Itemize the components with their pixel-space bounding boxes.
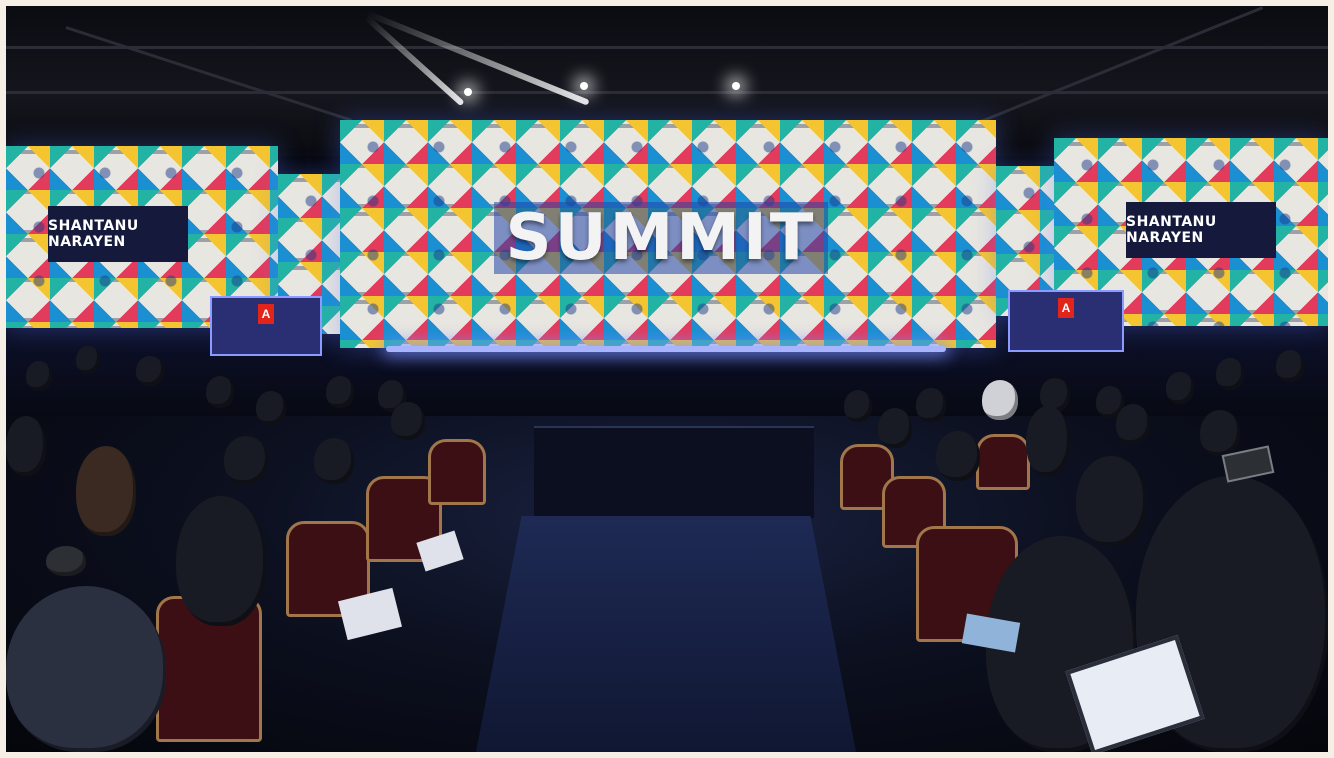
photo-frame: SHANTANU NARAYEN SHANTANU NARAYEN SUMMIT… — [6, 6, 1328, 752]
audience-head — [256, 391, 286, 425]
audience-head — [326, 376, 354, 408]
left-podium: A — [210, 296, 322, 356]
ceiling-truss — [6, 46, 1328, 49]
center-aisle — [476, 516, 856, 752]
audience-head — [391, 402, 425, 440]
audience-head — [6, 586, 166, 752]
stage-riser — [534, 426, 814, 518]
audience-head — [844, 390, 872, 422]
adobe-logo-icon: A — [258, 304, 274, 324]
audience-head — [878, 408, 912, 448]
right-name-plate: SHANTANU NARAYEN — [1126, 202, 1276, 258]
left-name-plate: SHANTANU NARAYEN — [48, 206, 188, 262]
audience-head — [1026, 406, 1070, 476]
audience-head — [936, 431, 980, 481]
audience-head — [176, 496, 266, 626]
audience-head — [314, 438, 354, 484]
ceiling-truss — [965, 6, 1264, 129]
spotlight — [464, 88, 472, 96]
audience-head — [1076, 456, 1146, 546]
audience-head — [76, 446, 136, 536]
audience-head — [76, 346, 100, 374]
phone — [46, 546, 86, 576]
right-podium: A — [1008, 290, 1124, 352]
chair — [976, 434, 1030, 490]
audience-head — [6, 416, 46, 476]
audience-head — [224, 436, 268, 484]
ceiling-truss — [6, 91, 1328, 94]
audience-head — [1166, 372, 1194, 404]
summit-title: SUMMIT — [505, 201, 817, 275]
stage-light-strip — [386, 346, 946, 352]
audience-head — [1116, 404, 1150, 444]
spotlight — [732, 82, 740, 90]
audience-head — [136, 356, 164, 386]
audience-head — [982, 380, 1018, 420]
adobe-logo-icon: A — [1058, 298, 1074, 318]
ceiling-truss — [65, 26, 352, 122]
audience-head — [1200, 410, 1240, 456]
audience-head — [1216, 358, 1244, 390]
audience-head — [1276, 350, 1304, 382]
chair — [428, 439, 486, 505]
summit-title-plate: SUMMIT — [494, 201, 828, 275]
audience-head — [916, 388, 946, 422]
audience-head — [206, 376, 234, 408]
spotlight — [580, 82, 588, 90]
audience-head — [26, 361, 52, 391]
